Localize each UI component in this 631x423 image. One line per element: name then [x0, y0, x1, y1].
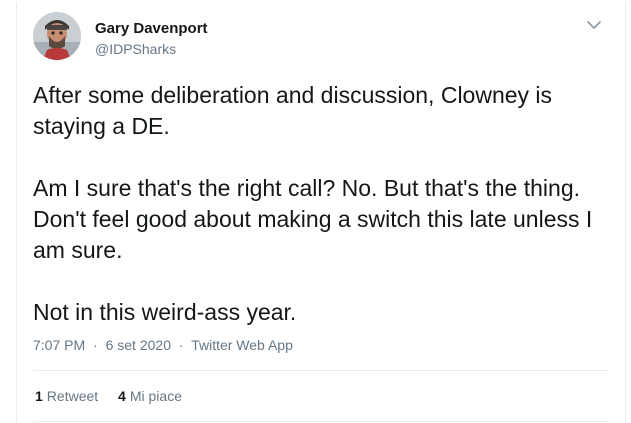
tweet-time[interactable]: 7:07 PM: [33, 337, 85, 353]
meta-separator: ·: [178, 337, 184, 353]
tweet-paragraph: Am I sure that's the right call? No. But…: [33, 175, 593, 263]
divider: [33, 370, 609, 371]
likes-stat[interactable]: 4 Mi piace: [118, 388, 182, 404]
tweet-paragraph: After some deliberation and discussion, …: [33, 82, 553, 139]
tweet-date[interactable]: 6 set 2020: [106, 337, 171, 353]
tweet-paragraph: Not in this weird-ass year.: [33, 299, 297, 325]
display-name[interactable]: Gary Davenport: [95, 20, 208, 37]
likes-count: 4: [118, 388, 126, 404]
avatar[interactable]: [33, 12, 81, 60]
chevron-down-icon[interactable]: [584, 18, 604, 32]
retweets-count: 1: [35, 388, 43, 404]
retweets-label: Retweet: [46, 388, 99, 404]
tweet-source[interactable]: Twitter Web App: [191, 337, 293, 353]
tweet-text: After some deliberation and discussion, …: [33, 80, 603, 359]
avatar-image: [33, 12, 81, 60]
tweet-card: Gary Davenport @IDPSharks After some del…: [16, 2, 626, 423]
retweets-stat[interactable]: 1 Retweet: [35, 388, 98, 404]
tweet-stats: 1 Retweet 4 Mi piace: [35, 388, 198, 404]
meta-separator: ·: [93, 337, 98, 353]
likes-label: Mi piace: [129, 388, 182, 404]
divider: [33, 421, 609, 422]
tweet-meta: 7:07 PM · 6 set 2020 · Twitter Web App: [33, 337, 293, 353]
user-handle[interactable]: @IDPSharks: [95, 41, 176, 57]
